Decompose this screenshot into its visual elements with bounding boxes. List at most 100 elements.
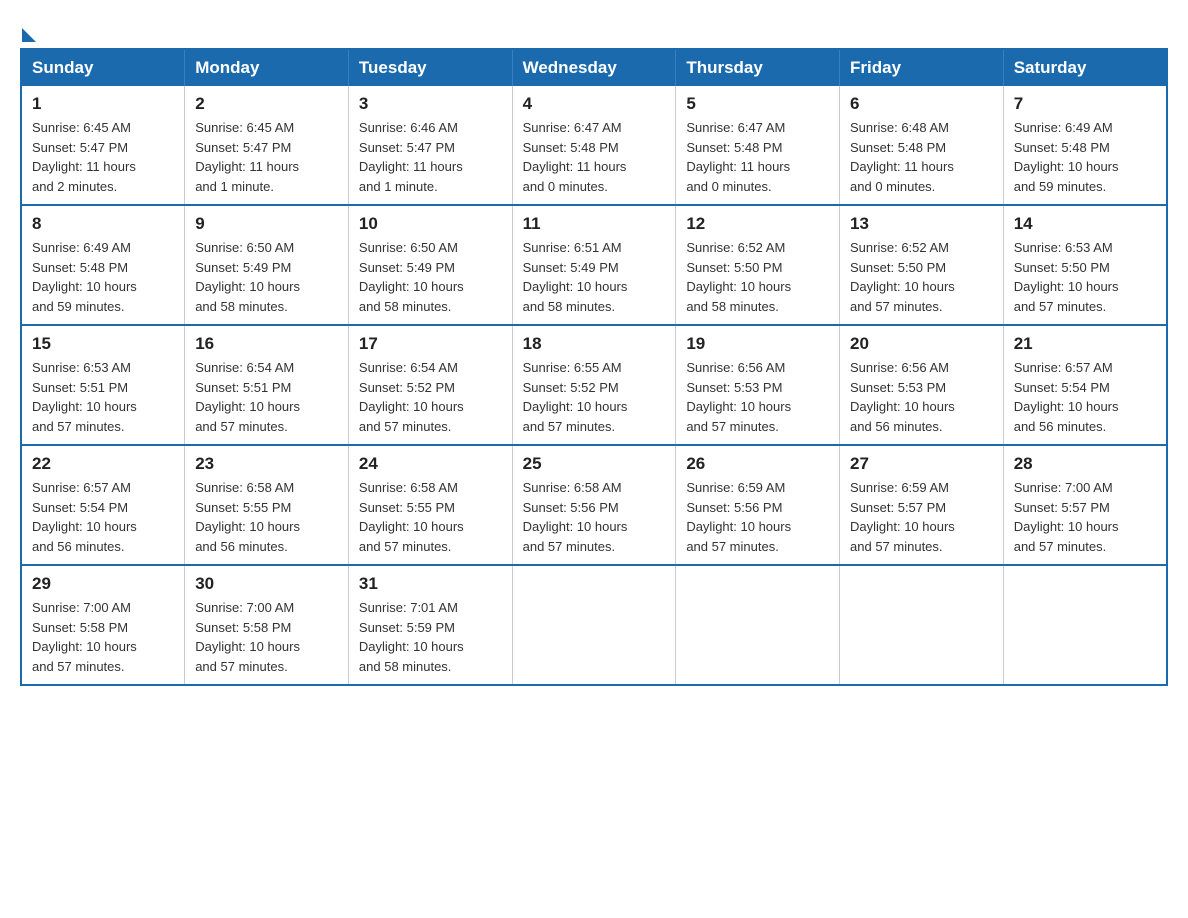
day-number: 31 (359, 574, 502, 594)
day-info: Sunrise: 6:58 AM Sunset: 5:56 PM Dayligh… (523, 478, 666, 556)
day-info: Sunrise: 6:49 AM Sunset: 5:48 PM Dayligh… (1014, 118, 1156, 196)
calendar-cell (1003, 565, 1167, 685)
day-number: 24 (359, 454, 502, 474)
page-header (20, 20, 1168, 38)
day-number: 28 (1014, 454, 1156, 474)
day-info: Sunrise: 6:45 AM Sunset: 5:47 PM Dayligh… (32, 118, 174, 196)
calendar-week-row: 22 Sunrise: 6:57 AM Sunset: 5:54 PM Dayli… (21, 445, 1167, 565)
calendar-cell: 30 Sunrise: 7:00 AM Sunset: 5:58 PM Dayli… (185, 565, 349, 685)
day-info: Sunrise: 6:56 AM Sunset: 5:53 PM Dayligh… (686, 358, 829, 436)
day-info: Sunrise: 6:46 AM Sunset: 5:47 PM Dayligh… (359, 118, 502, 196)
day-info: Sunrise: 6:52 AM Sunset: 5:50 PM Dayligh… (850, 238, 993, 316)
day-number: 13 (850, 214, 993, 234)
calendar-cell: 26Sunrise: 6:59 AM Sunset: 5:56 PM Dayli… (676, 445, 840, 565)
day-info: Sunrise: 6:57 AM Sunset: 5:54 PM Dayligh… (32, 478, 174, 556)
calendar-week-row: 29 Sunrise: 7:00 AM Sunset: 5:58 PM Dayli… (21, 565, 1167, 685)
calendar-cell: 10 Sunrise: 6:50 AM Sunset: 5:49 PM Dayli… (348, 205, 512, 325)
calendar-week-row: 15 Sunrise: 6:53 AM Sunset: 5:51 PM Dayli… (21, 325, 1167, 445)
calendar-cell: 14 Sunrise: 6:53 AM Sunset: 5:50 PM Dayli… (1003, 205, 1167, 325)
calendar-cell: 18 Sunrise: 6:55 AM Sunset: 5:52 PM Dayli… (512, 325, 676, 445)
calendar-cell: 23 Sunrise: 6:58 AM Sunset: 5:55 PM Dayli… (185, 445, 349, 565)
day-info: Sunrise: 6:49 AM Sunset: 5:48 PM Dayligh… (32, 238, 174, 316)
day-info: Sunrise: 6:54 AM Sunset: 5:52 PM Dayligh… (359, 358, 502, 436)
day-number: 8 (32, 214, 174, 234)
day-number: 25 (523, 454, 666, 474)
header-saturday: Saturday (1003, 49, 1167, 86)
day-info: Sunrise: 7:00 AM Sunset: 5:57 PM Dayligh… (1014, 478, 1156, 556)
day-number: 21 (1014, 334, 1156, 354)
day-info: Sunrise: 6:58 AM Sunset: 5:55 PM Dayligh… (195, 478, 338, 556)
calendar-cell (676, 565, 840, 685)
day-info: Sunrise: 7:00 AM Sunset: 5:58 PM Dayligh… (32, 598, 174, 676)
logo (20, 20, 36, 38)
day-number: 27 (850, 454, 993, 474)
day-number: 5 (686, 94, 829, 114)
day-info: Sunrise: 6:55 AM Sunset: 5:52 PM Dayligh… (523, 358, 666, 436)
calendar-cell: 20Sunrise: 6:56 AM Sunset: 5:53 PM Dayli… (840, 325, 1004, 445)
day-number: 10 (359, 214, 502, 234)
day-number: 3 (359, 94, 502, 114)
calendar-cell (512, 565, 676, 685)
calendar-cell (840, 565, 1004, 685)
day-number: 18 (523, 334, 666, 354)
logo-arrow-icon (22, 28, 36, 42)
calendar-cell: 7 Sunrise: 6:49 AM Sunset: 5:48 PM Daylig… (1003, 86, 1167, 205)
day-number: 20 (850, 334, 993, 354)
day-info: Sunrise: 6:47 AM Sunset: 5:48 PM Dayligh… (686, 118, 829, 196)
calendar-cell: 6Sunrise: 6:48 AM Sunset: 5:48 PM Daylig… (840, 86, 1004, 205)
calendar-week-row: 8 Sunrise: 6:49 AM Sunset: 5:48 PM Daylig… (21, 205, 1167, 325)
day-number: 9 (195, 214, 338, 234)
calendar-cell: 12 Sunrise: 6:52 AM Sunset: 5:50 PM Dayli… (676, 205, 840, 325)
day-info: Sunrise: 6:53 AM Sunset: 5:51 PM Dayligh… (32, 358, 174, 436)
day-number: 29 (32, 574, 174, 594)
calendar-cell: 27 Sunrise: 6:59 AM Sunset: 5:57 PM Dayli… (840, 445, 1004, 565)
calendar-cell: 17 Sunrise: 6:54 AM Sunset: 5:52 PM Dayli… (348, 325, 512, 445)
calendar-cell: 25 Sunrise: 6:58 AM Sunset: 5:56 PM Dayli… (512, 445, 676, 565)
day-info: Sunrise: 6:50 AM Sunset: 5:49 PM Dayligh… (195, 238, 338, 316)
day-number: 6 (850, 94, 993, 114)
day-number: 14 (1014, 214, 1156, 234)
day-number: 4 (523, 94, 666, 114)
day-number: 23 (195, 454, 338, 474)
day-number: 17 (359, 334, 502, 354)
header-sunday: Sunday (21, 49, 185, 86)
day-info: Sunrise: 6:51 AM Sunset: 5:49 PM Dayligh… (523, 238, 666, 316)
header-tuesday: Tuesday (348, 49, 512, 86)
day-info: Sunrise: 6:59 AM Sunset: 5:57 PM Dayligh… (850, 478, 993, 556)
day-info: Sunrise: 6:45 AM Sunset: 5:47 PM Dayligh… (195, 118, 338, 196)
header-friday: Friday (840, 49, 1004, 86)
calendar-cell: 8 Sunrise: 6:49 AM Sunset: 5:48 PM Daylig… (21, 205, 185, 325)
calendar-cell: 21 Sunrise: 6:57 AM Sunset: 5:54 PM Dayli… (1003, 325, 1167, 445)
day-info: Sunrise: 6:47 AM Sunset: 5:48 PM Dayligh… (523, 118, 666, 196)
header-thursday: Thursday (676, 49, 840, 86)
calendar-cell: 28 Sunrise: 7:00 AM Sunset: 5:57 PM Dayli… (1003, 445, 1167, 565)
day-number: 15 (32, 334, 174, 354)
day-number: 7 (1014, 94, 1156, 114)
calendar-table: SundayMondayTuesdayWednesdayThursdayFrid… (20, 48, 1168, 686)
day-number: 12 (686, 214, 829, 234)
day-info: Sunrise: 7:00 AM Sunset: 5:58 PM Dayligh… (195, 598, 338, 676)
day-info: Sunrise: 6:53 AM Sunset: 5:50 PM Dayligh… (1014, 238, 1156, 316)
calendar-cell: 31Sunrise: 7:01 AM Sunset: 5:59 PM Dayli… (348, 565, 512, 685)
header-wednesday: Wednesday (512, 49, 676, 86)
day-info: Sunrise: 6:57 AM Sunset: 5:54 PM Dayligh… (1014, 358, 1156, 436)
calendar-cell: 16 Sunrise: 6:54 AM Sunset: 5:51 PM Dayli… (185, 325, 349, 445)
day-number: 22 (32, 454, 174, 474)
day-number: 11 (523, 214, 666, 234)
day-number: 16 (195, 334, 338, 354)
calendar-cell: 29 Sunrise: 7:00 AM Sunset: 5:58 PM Dayli… (21, 565, 185, 685)
day-info: Sunrise: 6:52 AM Sunset: 5:50 PM Dayligh… (686, 238, 829, 316)
calendar-cell: 5 Sunrise: 6:47 AM Sunset: 5:48 PM Daylig… (676, 86, 840, 205)
day-info: Sunrise: 6:54 AM Sunset: 5:51 PM Dayligh… (195, 358, 338, 436)
day-info: Sunrise: 6:59 AM Sunset: 5:56 PM Dayligh… (686, 478, 829, 556)
day-number: 1 (32, 94, 174, 114)
day-number: 30 (195, 574, 338, 594)
day-info: Sunrise: 6:50 AM Sunset: 5:49 PM Dayligh… (359, 238, 502, 316)
calendar-cell: 1 Sunrise: 6:45 AM Sunset: 5:47 PM Daylig… (21, 86, 185, 205)
day-info: Sunrise: 6:58 AM Sunset: 5:55 PM Dayligh… (359, 478, 502, 556)
calendar-cell: 13 Sunrise: 6:52 AM Sunset: 5:50 PM Dayli… (840, 205, 1004, 325)
calendar-cell: 4 Sunrise: 6:47 AM Sunset: 5:48 PM Daylig… (512, 86, 676, 205)
header-monday: Monday (185, 49, 349, 86)
calendar-cell: 22 Sunrise: 6:57 AM Sunset: 5:54 PM Dayli… (21, 445, 185, 565)
calendar-cell: 2Sunrise: 6:45 AM Sunset: 5:47 PM Daylig… (185, 86, 349, 205)
